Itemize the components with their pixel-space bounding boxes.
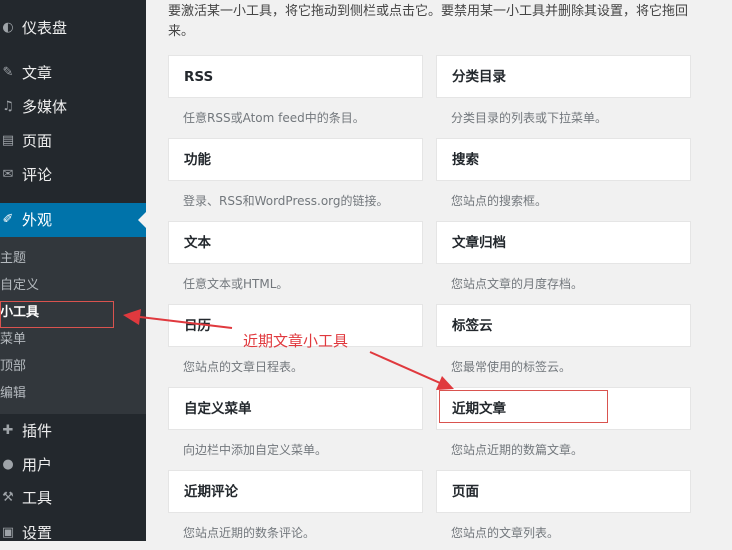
widget-title: RSS [184, 69, 214, 85]
widget-title: 功能 [184, 152, 211, 168]
widget-desc: 登录、RSS和WordPress.org的链接。 [183, 194, 389, 208]
menu-label-dashboard: 仪表盘 [22, 19, 68, 37]
media-icon: ♫ [2, 99, 14, 114]
menu-label-appearance: 外观 [22, 211, 53, 229]
menu-item-plugins[interactable]: ✚ 插件 [0, 414, 146, 448]
widget-desc: 您站点文章的月度存档。 [451, 277, 584, 291]
menu-item-posts[interactable]: ✎ 文章 [0, 56, 146, 90]
widget-title: 文本 [184, 235, 211, 251]
annotation-label: 近期文章小工具 [243, 332, 349, 350]
menu-label-plugins: 插件 [22, 422, 53, 440]
widget-desc: 任意RSS或Atom feed中的条目。 [183, 111, 365, 125]
wrench-icon: ⚒ [2, 490, 14, 505]
widget-rss[interactable]: RSS [168, 55, 423, 98]
menu-label-comments: 评论 [22, 166, 53, 184]
widget-desc: 您最常使用的标签云。 [451, 360, 572, 374]
widget-desc: 您站点的文章日程表。 [183, 360, 304, 374]
user-icon: ● [2, 457, 14, 472]
menu-label-settings: 设置 [22, 524, 53, 542]
widget-title: 自定义菜单 [184, 401, 252, 417]
widget-desc: 您站点的文章列表。 [451, 526, 560, 540]
widget-recent-comments[interactable]: 近期评论 [168, 470, 423, 513]
menu-item-appearance[interactable]: ✐ 外观 [0, 203, 146, 237]
widget-desc: 任意文本或HTML。 [183, 277, 289, 291]
pushpin-icon: ✎ [2, 65, 14, 80]
annotation-box-widgets-menu [0, 301, 114, 328]
widget-title: 日历 [184, 318, 211, 334]
widgets-content: 要激活某一小工具，将它拖动到侧栏或点击它。要禁用某一小工具并删除其设置，将它拖回… [146, 0, 732, 541]
menu-label-pages: 页面 [22, 132, 53, 150]
widget-desc: 向边栏中添加自定义菜单。 [183, 443, 328, 457]
widget-archives[interactable]: 文章归档 [436, 221, 691, 264]
widget-desc: 分类目录的列表或下拉菜单。 [451, 111, 608, 125]
dashboard-icon: ◐ [2, 20, 14, 35]
widget-title: 搜索 [452, 152, 479, 168]
menu-label-posts: 文章 [22, 64, 53, 82]
widget-title: 近期评论 [184, 484, 238, 500]
widget-custom-menu[interactable]: 自定义菜单 [168, 387, 423, 430]
widget-meta[interactable]: 功能 [168, 138, 423, 181]
widget-title: 文章归档 [452, 235, 506, 251]
widget-pages[interactable]: 页面 [436, 470, 691, 513]
appearance-icon: ✐ [2, 212, 14, 227]
submenu-item-header[interactable]: 顶部 [0, 353, 146, 380]
widget-title: 页面 [452, 484, 479, 500]
widget-title: 标签云 [452, 318, 493, 334]
annotation-box-recent-posts [439, 390, 608, 423]
comment-icon: ✉ [2, 167, 14, 182]
widget-desc: 您站点近期的数条评论。 [183, 526, 316, 540]
menu-item-settings[interactable]: ▣ 设置 [0, 516, 146, 550]
plugin-icon: ✚ [2, 423, 14, 438]
menu-item-tools[interactable]: ⚒ 工具 [0, 481, 146, 515]
widget-text[interactable]: 文本 [168, 221, 423, 264]
widget-tag-cloud[interactable]: 标签云 [436, 304, 691, 347]
menu-item-comments[interactable]: ✉ 评论 [0, 158, 146, 192]
menu-item-dashboard[interactable]: ◐ 仪表盘 [0, 11, 146, 45]
menu-label-tools: 工具 [22, 489, 53, 507]
menu-item-pages[interactable]: ▤ 页面 [0, 124, 146, 158]
submenu-item-menus[interactable]: 菜单 [0, 326, 146, 353]
admin-sidebar: ◐ 仪表盘 ✎ 文章 ♫ 多媒体 ▤ 页面 ✉ 评论 ✐ 外观 主题 自定义 小… [0, 0, 146, 542]
widget-desc: 您站点近期的数篇文章。 [451, 443, 584, 457]
menu-label-users: 用户 [22, 456, 53, 474]
submenu-item-themes[interactable]: 主题 [0, 245, 146, 272]
submenu-item-editor[interactable]: 编辑 [0, 380, 146, 407]
menu-item-users[interactable]: ● 用户 [0, 448, 146, 482]
submenu-item-customize[interactable]: 自定义 [0, 272, 146, 299]
widget-search[interactable]: 搜索 [436, 138, 691, 181]
page-icon: ▤ [1, 133, 15, 148]
menu-label-media: 多媒体 [22, 98, 68, 116]
widgets-intro-text: 要激活某一小工具，将它拖动到侧栏或点击它。要禁用某一小工具并删除其设置，将它拖回… [168, 4, 689, 39]
menu-item-media[interactable]: ♫ 多媒体 [0, 90, 146, 124]
widget-title: 分类目录 [452, 69, 506, 85]
settings-icon: ▣ [1, 525, 15, 540]
widget-categories[interactable]: 分类目录 [436, 55, 691, 98]
widget-desc: 您站点的搜索框。 [451, 194, 548, 208]
